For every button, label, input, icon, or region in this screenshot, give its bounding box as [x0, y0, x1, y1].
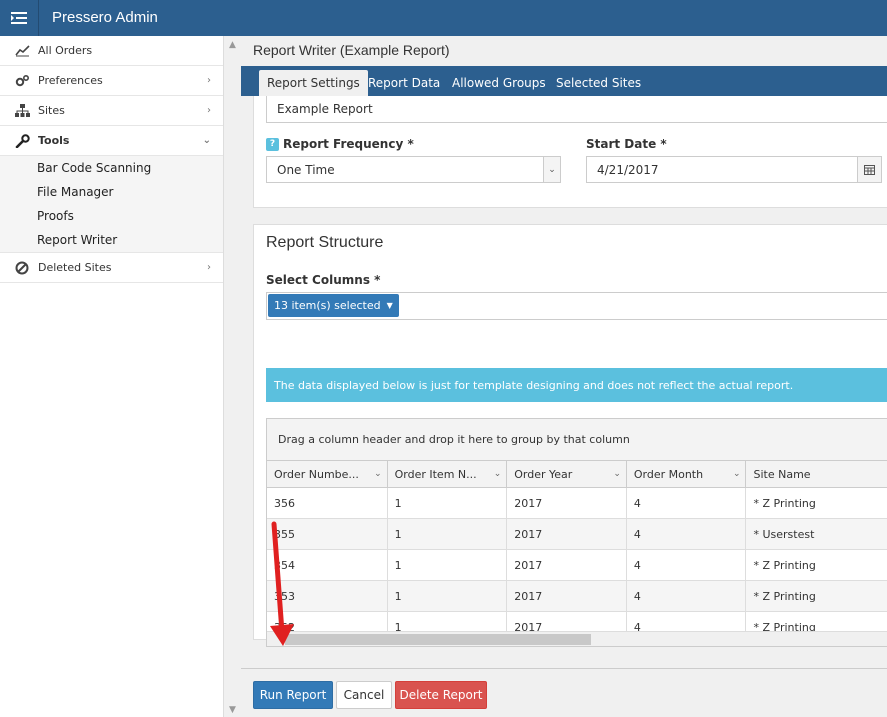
sidebar-subitem-proofs[interactable]: Proofs [0, 204, 223, 228]
scroll-up-icon[interactable]: ▲ [229, 40, 236, 50]
sidebar-item-label: Tools [38, 134, 70, 147]
cell-order-month: 4 [627, 519, 747, 549]
cancel-button[interactable]: Cancel [336, 681, 392, 709]
sidebar-subitem-report-writer[interactable]: Report Writer [0, 228, 223, 252]
cell-order-item: 1 [388, 519, 508, 549]
tab-report-data[interactable]: Report Data [360, 70, 448, 96]
sidebar-item-tools[interactable]: Tools ⌄ [0, 126, 223, 156]
chevron-right-icon: › [207, 262, 211, 273]
cell-order-number: 355 [267, 519, 388, 549]
sidebar-subitem-file-manager[interactable]: File Manager [0, 180, 223, 204]
info-alert: The data displayed below is just for tem… [266, 368, 887, 402]
chevron-down-icon: ⌄ [202, 135, 211, 146]
chevron-down-icon: ⌄ [374, 469, 382, 479]
start-date-field[interactable]: 4/21/2017 [586, 156, 882, 183]
chevron-down-icon: ⌄ [732, 469, 741, 479]
main-content: Report Writer (Example Report) Report Se… [241, 36, 887, 717]
tab-report-settings[interactable]: Report Settings [259, 70, 368, 96]
column-header-order-month[interactable]: Order Month ⌄ [627, 461, 747, 487]
chevron-down-icon: ⌄ [613, 469, 621, 479]
column-header-order-number[interactable]: Order Numbe... ⌄ [267, 461, 388, 487]
footer-divider [241, 668, 887, 669]
sidebar: All Orders Preferences › Sites › Tools ⌄… [0, 36, 224, 717]
cell-order-month: 4 [627, 581, 747, 611]
cell-order-year: 2017 [507, 550, 627, 580]
help-icon[interactable]: ? [266, 138, 279, 151]
grid-header: Order Numbe... ⌄ Order Item N... ⌄ Order Y… [267, 461, 887, 488]
sidebar-subitem-bar-code-scanning[interactable]: Bar Code Scanning [0, 156, 223, 180]
table-row[interactable]: 353 1 2017 4 * Z Printing [267, 581, 887, 612]
sidebar-item-sites[interactable]: Sites › [0, 96, 223, 126]
column-header-order-year[interactable]: Order Year ⌄ [507, 461, 627, 487]
select-columns-label: Select Columns * [266, 273, 381, 287]
report-frequency-select[interactable]: One Time ⌄ [266, 156, 561, 183]
cell-order-year: 2017 [507, 488, 627, 518]
cell-order-number: 353 [267, 581, 388, 611]
sidebar-item-preferences[interactable]: Preferences › [0, 66, 223, 96]
chevron-right-icon: › [207, 75, 211, 86]
chevron-right-icon: › [207, 105, 211, 116]
tab-allowed-groups[interactable]: Allowed Groups [444, 70, 554, 96]
cell-order-year: 2017 [507, 519, 627, 549]
calendar-icon[interactable] [857, 157, 881, 182]
table-row[interactable]: 355 1 2017 4 * Userstest [267, 519, 887, 550]
chart-line-icon [14, 44, 30, 58]
tab-selected-sites[interactable]: Selected Sites [548, 70, 649, 96]
group-drop-zone[interactable]: Drag a column header and drop it here to… [267, 419, 887, 461]
page-title: Report Writer (Example Report) [253, 42, 450, 58]
caret-down-icon: ▼ [386, 301, 393, 310]
report-structure-panel: Report Structure Select Columns * 13 ite… [253, 224, 887, 647]
chevron-down-icon[interactable]: ⌄ [543, 157, 560, 182]
menu-toggle-button[interactable] [0, 0, 39, 36]
table-row[interactable]: 354 1 2017 4 * Z Printing [267, 550, 887, 581]
report-frequency-label: ? Report Frequency * [266, 137, 414, 151]
cell-order-number: 356 [267, 488, 388, 518]
menu-icon [11, 12, 27, 24]
column-header-order-item-number[interactable]: Order Item N... ⌄ [388, 461, 508, 487]
sidebar-item-label: All Orders [38, 44, 93, 57]
sidebar-item-label: Sites [38, 104, 65, 117]
cell-order-month: 4 [627, 550, 747, 580]
section-title: Report Structure [266, 234, 384, 251]
gears-icon [14, 74, 30, 88]
table-row[interactable]: 356 1 2017 4 * Z Printing [267, 488, 887, 519]
app-title: Pressero Admin [52, 9, 158, 26]
columns-multiselect-button[interactable]: 13 item(s) selected ▼ [268, 294, 399, 317]
page-scrollbar[interactable]: ▲ ▼ [225, 36, 241, 717]
cell-order-number: 354 [267, 550, 388, 580]
tools-submenu: Bar Code Scanning File Manager Proofs Re… [0, 156, 223, 253]
run-report-button[interactable]: Run Report [253, 681, 333, 709]
wrench-icon [14, 133, 30, 148]
cell-site-name: * Z Printing [753, 558, 816, 572]
grid-horizontal-scrollbar[interactable] [267, 631, 887, 646]
cell-order-month: 4 [627, 488, 747, 518]
cell-site-name: * Userstest [753, 527, 815, 541]
grid-body: 356 1 2017 4 * Z Printing 355 1 2017 4 *… [267, 488, 887, 643]
sidebar-item-label: Deleted Sites [38, 261, 112, 274]
ban-icon [14, 261, 30, 275]
chevron-down-icon: ⌄ [493, 469, 502, 479]
data-grid: Drag a column header and drop it here to… [266, 418, 887, 647]
cell-site-name: * Z Printing [753, 589, 816, 603]
delete-report-button[interactable]: Delete Report [395, 681, 487, 709]
cell-order-item: 1 [388, 581, 508, 611]
cell-order-year: 2017 [507, 581, 627, 611]
sidebar-item-deleted-sites[interactable]: Deleted Sites › [0, 253, 223, 283]
sidebar-item-all-orders[interactable]: All Orders [0, 36, 223, 66]
tab-bar: Report Settings Report Data Allowed Grou… [241, 66, 887, 96]
scroll-down-icon[interactable]: ▼ [229, 705, 236, 715]
start-date-label: Start Date * [586, 137, 667, 151]
column-header-site-name[interactable]: Site Name [746, 461, 887, 487]
top-bar: Pressero Admin [0, 0, 887, 36]
report-name-field[interactable]: Example Report [266, 96, 887, 123]
scrollbar-thumb[interactable] [285, 634, 591, 645]
report-settings-panel: Example Report ? Report Frequency * One T… [253, 96, 887, 208]
cell-site-name: * Z Printing [753, 496, 816, 510]
sidebar-item-label: Preferences [38, 74, 103, 87]
select-columns-field[interactable]: 13 item(s) selected ▼ [266, 292, 887, 320]
sitemap-icon [14, 104, 30, 118]
cell-order-item: 1 [388, 488, 508, 518]
cell-order-item: 1 [388, 550, 508, 580]
